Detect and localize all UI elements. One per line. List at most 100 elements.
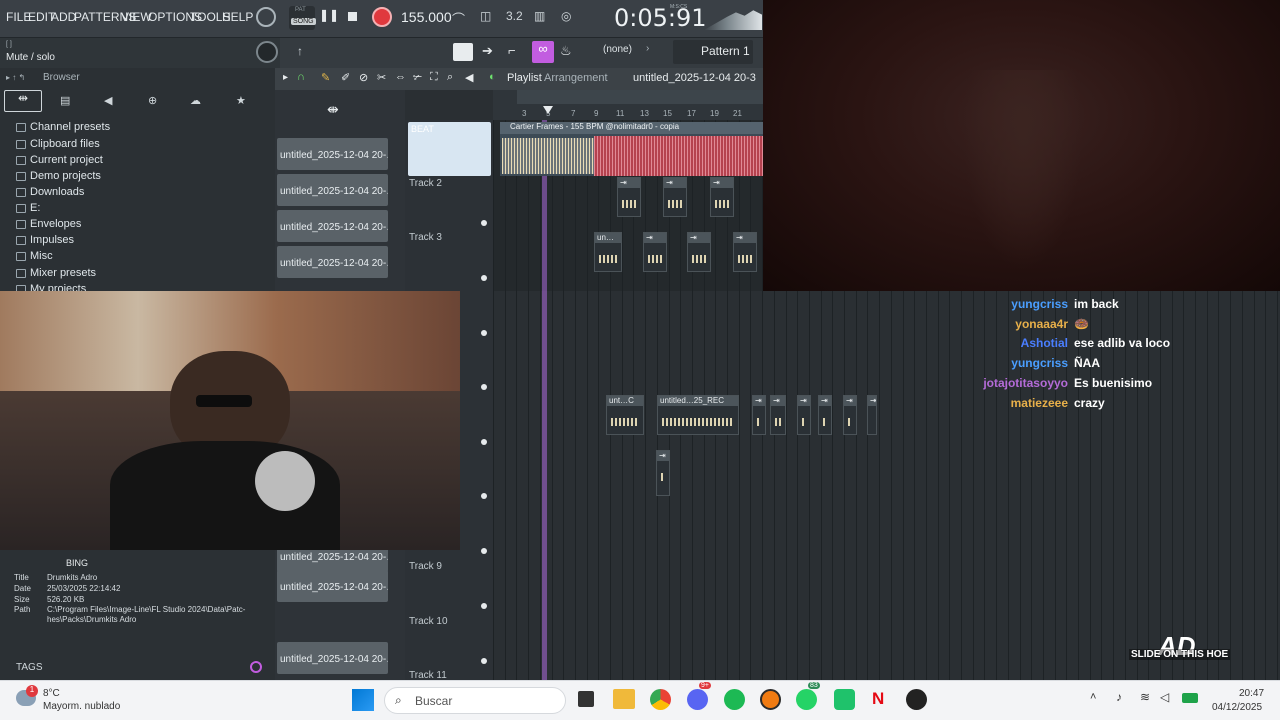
master-pitch-knob[interactable]: [256, 41, 278, 63]
folder-demo-projects[interactable]: Demo projects: [16, 168, 101, 184]
browser-cloud-tab-icon[interactable]: ☁: [190, 94, 201, 107]
track-active-dot[interactable]: [481, 220, 487, 226]
link-icon[interactable]: ∞: [532, 41, 554, 63]
audio-clip[interactable]: ⇥: [656, 450, 670, 496]
audio-clip[interactable]: ⇥: [797, 395, 811, 435]
track-active-dot[interactable]: [481, 603, 487, 609]
file-explorer-icon[interactable]: [613, 689, 635, 709]
folder-current-project[interactable]: Current project: [16, 152, 103, 168]
media-player-icon[interactable]: [906, 689, 927, 710]
folder-mixer-presets[interactable]: Mixer presets: [16, 265, 96, 281]
folder-envelopes[interactable]: Envelopes: [16, 216, 81, 232]
track-header-beat[interactable]: BEAT: [408, 122, 491, 176]
chrome-icon[interactable]: [650, 689, 671, 710]
plugin-icon[interactable]: ⌐: [508, 43, 516, 58]
pause-button[interactable]: ❚❚: [319, 8, 339, 26]
browser-all-tab[interactable]: ⇹: [4, 90, 42, 112]
audio-clip[interactable]: untitled…25_REC: [657, 395, 739, 435]
netflix-icon[interactable]: N: [872, 689, 888, 710]
snap-arrow-icon[interactable]: ➔: [482, 43, 493, 59]
record-button[interactable]: [372, 7, 392, 27]
select-icon[interactable]: ⛶: [430, 71, 438, 84]
audio-clip[interactable]: ⇥: [818, 395, 832, 435]
track-active-dot[interactable]: [481, 548, 487, 554]
audio-clip[interactable]: ⇥: [687, 232, 711, 272]
browser-favorites-tab-icon[interactable]: ★: [236, 94, 246, 107]
track-active-dot[interactable]: [481, 330, 487, 336]
master-volume-knob[interactable]: [256, 7, 276, 27]
channel-tool-icon[interactable]: ⇼: [327, 101, 339, 118]
audio-clip[interactable]: ⇥: [617, 177, 641, 217]
pitch-icon[interactable]: ↑: [297, 44, 303, 58]
browser-plugins-tab-icon[interactable]: ◀: [104, 94, 112, 107]
task-view-icon[interactable]: [578, 691, 594, 707]
zoom-icon[interactable]: ⌕: [447, 71, 453, 84]
audio-clip[interactable]: ⇥: [663, 177, 687, 217]
spotify-icon[interactable]: [724, 689, 745, 710]
fl-studio-icon[interactable]: [760, 689, 781, 710]
track-active-dot[interactable]: [481, 439, 487, 445]
pencil-icon[interactable]: ✎: [321, 71, 330, 84]
channel-button[interactable]: untitled_2025-12-04 20-…: [277, 174, 388, 206]
folder-clipboard-files[interactable]: Clipboard files: [16, 136, 100, 152]
audio-clip[interactable]: unt…C: [606, 395, 644, 435]
folder-channel-presets[interactable]: Channel presets: [16, 119, 110, 135]
pattern-selector[interactable]: Pattern 1: [673, 40, 753, 64]
folder-misc[interactable]: Misc: [16, 248, 53, 264]
step-edit-icon[interactable]: ▥: [534, 9, 554, 25]
pattern-none-label[interactable]: (none): [603, 44, 632, 55]
track-active-dot[interactable]: [481, 384, 487, 390]
battery-icon[interactable]: [1182, 693, 1198, 703]
clock-date[interactable]: 04/12/2025: [1212, 702, 1262, 713]
microphone-icon[interactable]: ♪: [1116, 690, 1122, 704]
countdown-icon[interactable]: 3.2: [506, 9, 528, 25]
loop-record-icon[interactable]: ◎: [561, 9, 581, 25]
track-label[interactable]: Track 3: [409, 232, 442, 243]
channel-button[interactable]: untitled_2025-12-04 20-…: [277, 138, 388, 170]
track-active-dot[interactable]: [481, 493, 487, 499]
audio-clip[interactable]: ⇥: [867, 395, 877, 435]
audio-clip[interactable]: ⇥: [643, 232, 667, 272]
stop-button[interactable]: [348, 12, 357, 21]
delete-icon[interactable]: ⊘: [359, 71, 368, 84]
audio-clip[interactable]: ⇥: [733, 232, 757, 272]
taskbar-search[interactable]: ⌕ Buscar: [384, 687, 566, 714]
browser-web-tab-icon[interactable]: ⊕: [148, 94, 157, 107]
folder-downloads[interactable]: Downloads: [16, 184, 84, 200]
search-icon[interactable]: [250, 661, 262, 673]
mute-icon[interactable]: ✂: [377, 71, 386, 84]
menu-add[interactable]: ADD: [51, 10, 76, 24]
pat-song-toggle[interactable]: PAT SONG: [289, 6, 316, 30]
chevron-up-icon[interactable]: ˄: [1090, 691, 1096, 703]
magnet-icon[interactable]: ∩: [297, 71, 305, 83]
menu-help[interactable]: HELP: [222, 10, 253, 24]
clock-time[interactable]: 20:47: [1239, 688, 1264, 699]
slice-icon[interactable]: ✃: [413, 71, 422, 84]
pattern-prev-icon[interactable]: ›: [646, 43, 649, 54]
whatsapp-icon[interactable]: [796, 689, 817, 710]
browser-nav-icon[interactable]: ▸ ↑ ↰: [6, 73, 25, 82]
track-label[interactable]: Track 9: [409, 561, 442, 572]
track-label[interactable]: Track 2: [409, 178, 442, 189]
brush-icon[interactable]: ✐: [341, 71, 350, 84]
track-label[interactable]: Track 10: [409, 616, 448, 627]
speaker-icon[interactable]: ◀: [465, 71, 473, 84]
channel-button[interactable]: untitled_2025-12-04 20-…: [277, 642, 388, 674]
channel-button[interactable]: untitled_2025-12-04 20-…: [277, 210, 388, 242]
game-app-icon[interactable]: [834, 689, 855, 710]
volume-icon[interactable]: ◁: [1160, 690, 1169, 704]
mixer-icon[interactable]: ♨: [560, 43, 572, 59]
timeline-ruler[interactable]: [493, 90, 763, 120]
audio-clip[interactable]: ⇥: [752, 395, 766, 435]
channel-button[interactable]: untitled_2025-12-04 20-…: [277, 570, 388, 602]
piano-roll-icon[interactable]: [453, 43, 473, 61]
folder-impulses[interactable]: Impulses: [16, 232, 74, 248]
wait-icon[interactable]: ◫: [480, 9, 500, 25]
audio-clip[interactable]: ⇥: [710, 177, 734, 217]
channel-button[interactable]: untitled_2025-12-04 20-…: [277, 246, 388, 278]
metronome-icon[interactable]: ⌒: [452, 9, 472, 27]
beat-audio-clip[interactable]: Cartier Frames - 155 BPM @nolimitadr0 - …: [500, 122, 763, 176]
song-time-display[interactable]: 0:05:91: [614, 4, 707, 32]
timeline-overview[interactable]: [517, 90, 763, 104]
track-active-dot[interactable]: [481, 275, 487, 281]
